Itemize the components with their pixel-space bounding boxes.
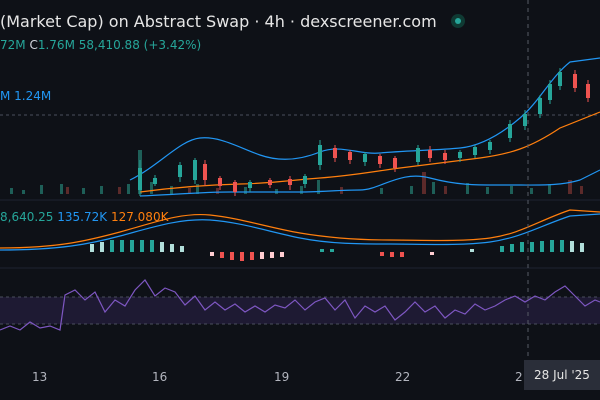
x-tick-19: 19 xyxy=(274,370,290,384)
macd-line xyxy=(0,209,600,249)
candles xyxy=(138,68,590,196)
volume-bars xyxy=(10,150,583,194)
crosshair-date-label: 28 Jul '25 xyxy=(524,360,600,390)
x-tick-22: 22 xyxy=(395,370,411,384)
chart-canvas[interactable] xyxy=(0,0,600,400)
x-tick-25: 2 xyxy=(515,370,523,384)
x-tick-13: 13 xyxy=(32,370,48,384)
moving-average-line xyxy=(139,111,600,193)
x-tick-16: 16 xyxy=(152,370,168,384)
rsi-band xyxy=(0,297,600,324)
